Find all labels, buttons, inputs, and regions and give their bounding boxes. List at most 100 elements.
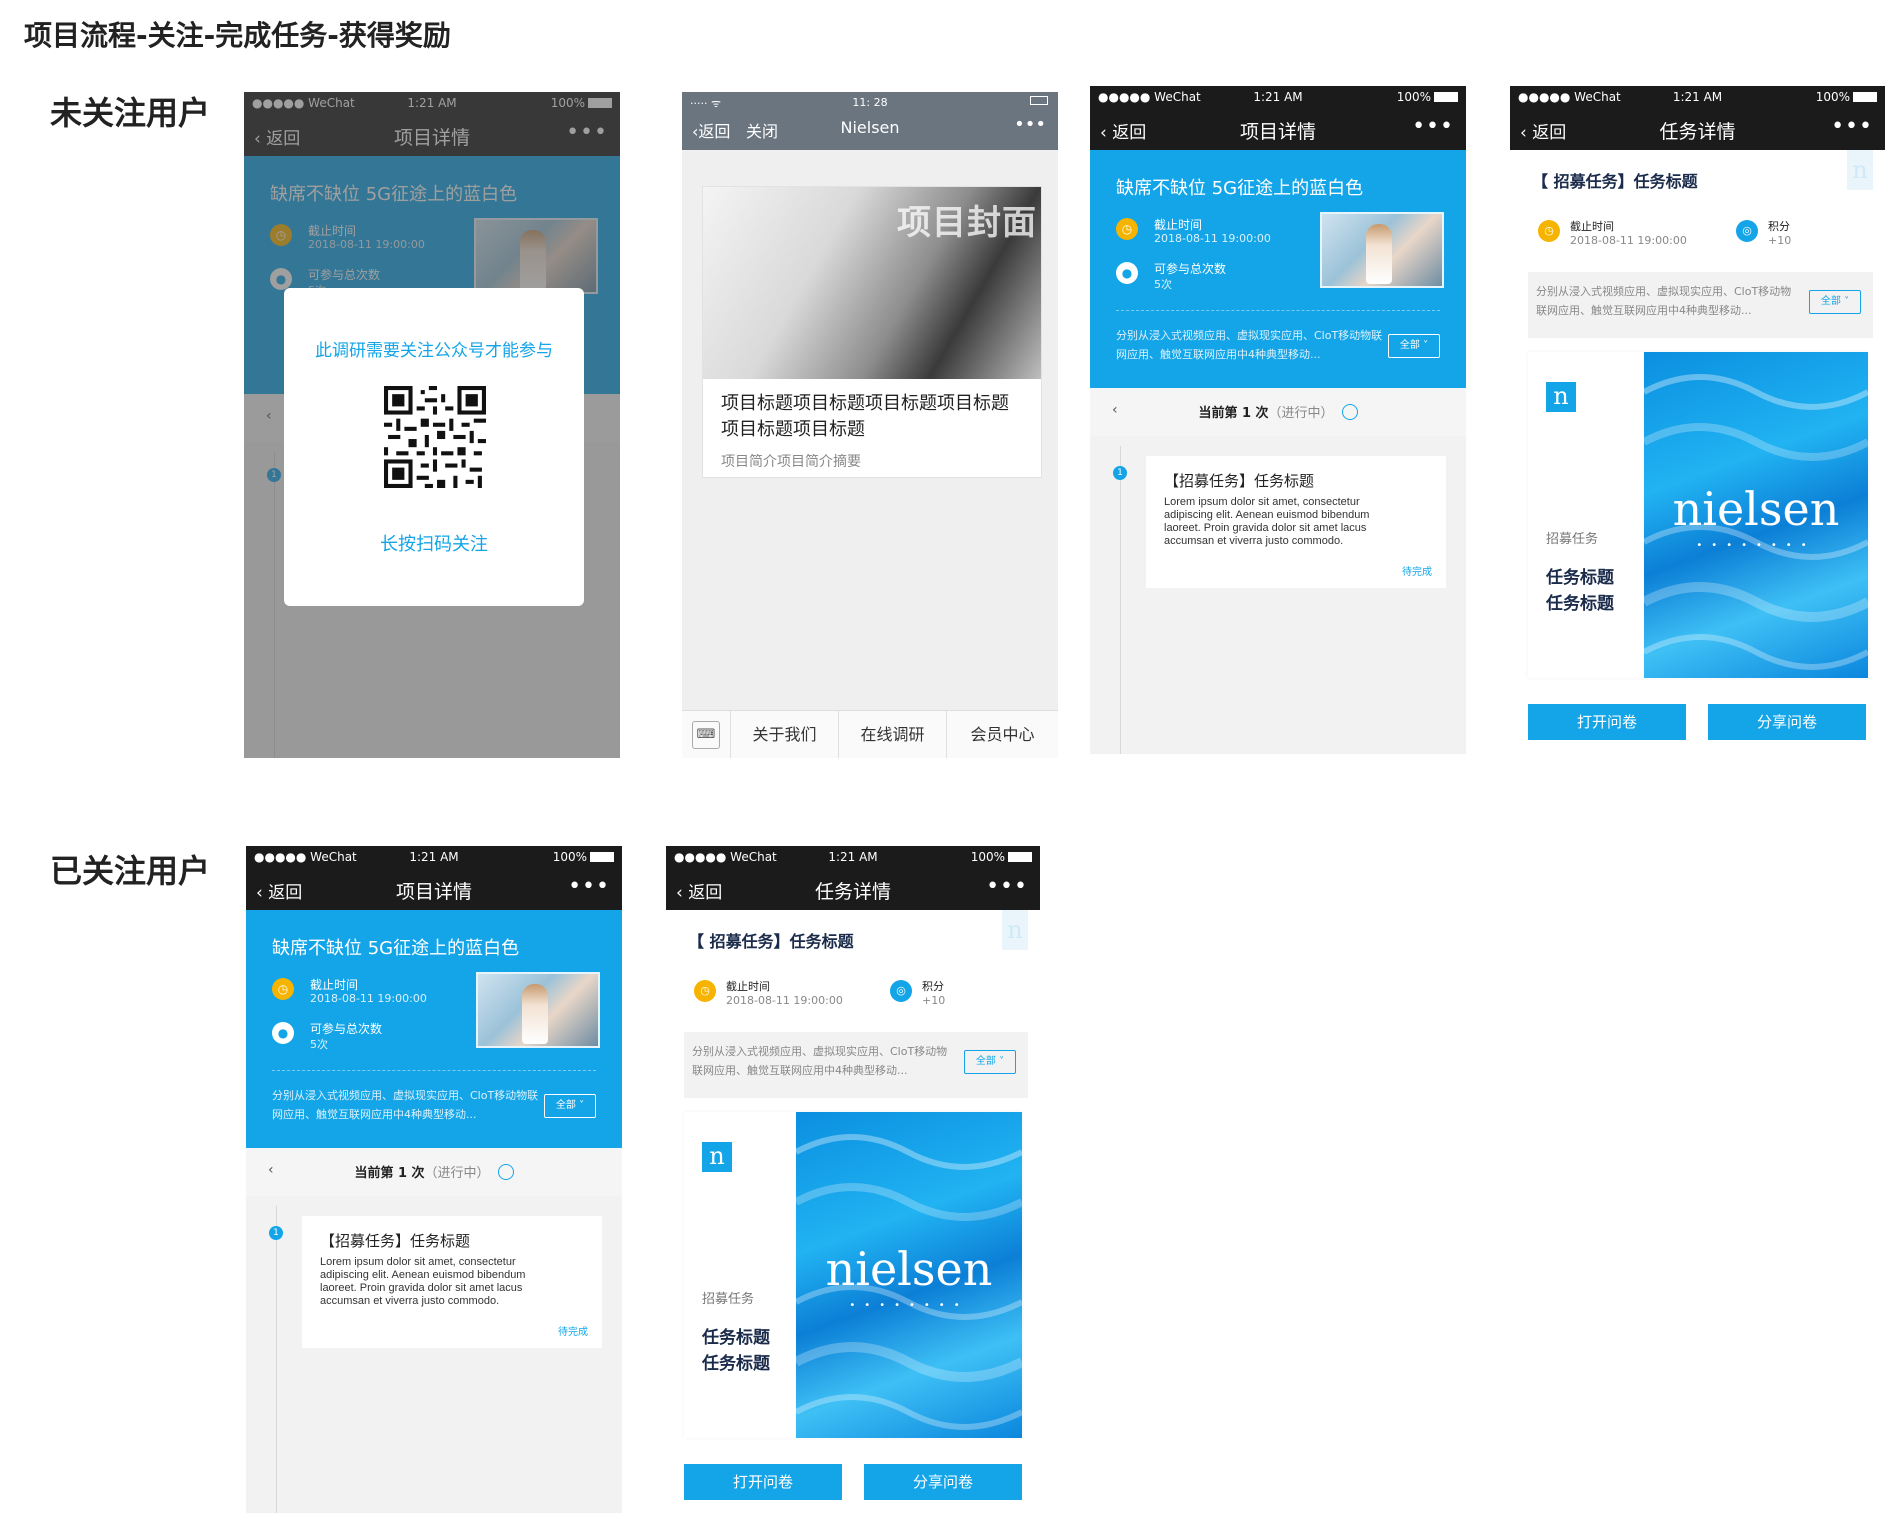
- brand-wordmark: nielsen: [825, 1242, 993, 1296]
- nielsen-wave-image: nielsen ••••••••: [796, 1112, 1022, 1438]
- menu-about[interactable]: 关于我们: [730, 711, 838, 758]
- phone-project-detail-followed: ●●●●● WeChat 1:21 AM 100% ‹ 返回 项目详情 ••• …: [246, 846, 622, 1513]
- phone-task-detail-followed: ●●●●● WeChat 1:21 AM 100% ‹ 返回 任务详情 ••• …: [666, 846, 1040, 1513]
- divider: [272, 1070, 596, 1071]
- clock-icon: ◷: [1538, 220, 1560, 242]
- page-title: 项目流程-关注-完成任务-获得奖励: [24, 19, 451, 52]
- more-button[interactable]: •••: [1014, 114, 1046, 135]
- project-description: 分别从浸入式视频应用、虚拟现实应用、CloT移动物联网应用、触觉互联网应用中4种…: [1116, 329, 1383, 361]
- task-description: 分别从浸入式视频应用、虚拟现实应用、CloT移动物联网应用、触觉互联网应用中4种…: [692, 1045, 948, 1077]
- clock: 11: 28: [852, 96, 888, 109]
- open-survey-button[interactable]: 打开问卷: [1528, 704, 1686, 740]
- project-header: 缺席不缺位 5G征途上的蓝白色 ◷ 截止时间 2018-08-11 19:00:…: [246, 910, 622, 1148]
- task-cover: n 招募任务 任务标题 任务标题 nielsen ••••••••: [1528, 352, 1868, 678]
- task-status: 待完成: [1402, 567, 1432, 578]
- more-button[interactable]: •••: [1831, 114, 1873, 139]
- points-icon: ◎: [1736, 220, 1758, 242]
- brand-dots: ••••••••: [849, 1300, 969, 1311]
- battery: 100%: [971, 850, 1032, 864]
- nav-title: 项目详情: [395, 881, 472, 903]
- round-bar: ‹ 当前第 1 次（进行中）: [1090, 388, 1466, 436]
- expand-all-button[interactable]: 全部 ˅: [544, 1094, 596, 1118]
- current-round: 当前第 1 次（进行中）: [1090, 402, 1466, 421]
- task-description: 分别从浸入式视频应用、虚拟现实应用、CloT移动物联网应用、触觉互联网应用中4种…: [1536, 285, 1792, 317]
- more-button[interactable]: •••: [986, 874, 1028, 899]
- expand-all-button[interactable]: 全部 ˅: [1809, 290, 1861, 314]
- task-card-body: Lorem ipsum dolor sit amet, consectetur …: [320, 1256, 526, 1307]
- share-survey-button[interactable]: 分享问卷: [864, 1464, 1022, 1500]
- clock-icon: ◷: [694, 980, 716, 1002]
- article-nav-bar: ····· ᯤ 11: 28 ‹返回 关闭 Nielsen •••: [682, 92, 1058, 150]
- qr-code[interactable]: [384, 386, 486, 488]
- task-card[interactable]: 【招募任务】任务标题 Lorem ipsum dolor sit amet, c…: [302, 1216, 602, 1348]
- more-button[interactable]: •••: [1412, 114, 1454, 139]
- project-description: 分别从浸入式视频应用、虚拟现实应用、CloT移动物联网应用、触觉互联网应用中4种…: [272, 1089, 539, 1121]
- project-title: 缺席不缺位 5G征途上的蓝白色: [272, 938, 520, 959]
- battery-icon: [1008, 852, 1032, 862]
- menu-member[interactable]: 会员中心: [946, 711, 1058, 758]
- share-survey-button[interactable]: 分享问卷: [1708, 704, 1866, 740]
- article-summary: 项目简介项目简介摘要: [721, 454, 861, 470]
- task-card-body: Lorem ipsum dolor sit amet, consectetur …: [1164, 496, 1370, 547]
- open-survey-button[interactable]: 打开问卷: [684, 1464, 842, 1500]
- battery-icon: [1434, 92, 1458, 102]
- clock-icon: ◷: [1116, 218, 1138, 240]
- menu-survey[interactable]: 在线调研: [838, 711, 946, 758]
- cover-title-1: 任务标题: [1546, 568, 1614, 588]
- task-status: 待完成: [558, 1327, 588, 1338]
- status-bar: ●●●●● WeChat 1:21 AM 100%: [246, 846, 622, 868]
- status-bar: ●●●●● WeChat 1:21 AM 100%: [1090, 86, 1466, 108]
- brand-dots: ••••••••: [1696, 540, 1816, 551]
- row-label-unfollowed: 未关注用户: [50, 94, 211, 132]
- phone-article: ····· ᯤ 11: 28 ‹返回 关闭 Nielsen ••• 项目封面 项…: [682, 92, 1058, 758]
- nav-bar: ‹ 返回 任务详情 •••: [666, 868, 1040, 910]
- timeline-dot: 1: [269, 1226, 283, 1240]
- nav-title: 任务详情: [814, 881, 891, 903]
- follow-modal: 此调研需要关注公众号才能参与 长按扫码关注: [284, 288, 584, 606]
- refresh-icon[interactable]: [497, 1164, 514, 1180]
- cover-subtitle: 招募任务: [702, 1292, 755, 1307]
- cover-subtitle: 招募任务: [1546, 532, 1599, 547]
- expand-all-button[interactable]: 全部 ˅: [1388, 334, 1440, 358]
- account-title: Nielsen: [840, 118, 900, 137]
- keyboard-icon[interactable]: ⌨: [692, 721, 720, 749]
- scan-hint: 长按扫码关注: [380, 534, 488, 555]
- nav-title: 项目详情: [1239, 121, 1316, 143]
- phone-project-detail: ●●●●● WeChat 1:21 AM 100% ‹ 返回 项目详情 ••• …: [1090, 86, 1466, 754]
- cover-title-2: 任务标题: [702, 1354, 770, 1374]
- clock-icon: ◷: [272, 978, 294, 1000]
- cover-title-1: 任务标题: [702, 1328, 770, 1348]
- battery: 100%: [553, 850, 614, 864]
- battery-icon: [590, 852, 614, 862]
- nav-title: 任务详情: [1659, 121, 1736, 143]
- more-button[interactable]: •••: [568, 874, 610, 899]
- task-description-box: 分别从浸入式视频应用、虚拟现实应用、CloT移动物联网应用、触觉互联网应用中4种…: [684, 1032, 1028, 1098]
- cover-title-2: 任务标题: [1546, 594, 1614, 614]
- nielsen-logo: n: [702, 1142, 732, 1172]
- battery: 100%: [1397, 90, 1458, 104]
- task-description-box: 分别从浸入式视频应用、虚拟现实应用、CloT移动物联网应用、触觉互联网应用中4种…: [1528, 272, 1873, 338]
- nielsen-logo: n: [1546, 382, 1576, 412]
- modal-title: 此调研需要关注公众号才能参与: [315, 341, 553, 361]
- task-card[interactable]: 【招募任务】任务标题 Lorem ipsum dolor sit amet, c…: [1146, 456, 1446, 588]
- refresh-icon[interactable]: [1341, 404, 1358, 420]
- article-cover-image: 项目封面: [703, 187, 1041, 379]
- current-round: 当前第 1 次（进行中）: [246, 1162, 622, 1181]
- article-card[interactable]: 项目封面 项目标题项目标题项目标题项目标题项目标题项目标题 项目简介项目简介摘要: [702, 186, 1042, 478]
- row-label-followed: 已关注用户: [50, 852, 211, 890]
- nielsen-watermark-logo: n: [1847, 150, 1873, 190]
- project-photo: [1320, 212, 1444, 288]
- task-card-title: 【招募任务】任务标题: [320, 1232, 471, 1250]
- battery: 100%: [1816, 90, 1877, 104]
- nav-bar: ‹ 返回 任务详情 •••: [1510, 108, 1885, 150]
- account-menu-bar: ⌨ 关于我们 在线调研 会员中心: [682, 710, 1058, 758]
- user-icon: ●: [272, 1022, 294, 1044]
- expand-all-button[interactable]: 全部 ˅: [964, 1050, 1016, 1074]
- timeline: [276, 1206, 277, 1513]
- phone-task-detail: ●●●●● WeChat 1:21 AM 100% ‹ 返回 任务详情 ••• …: [1510, 86, 1885, 754]
- timeline-dot: 1: [1113, 466, 1127, 480]
- battery-icon: [1853, 92, 1877, 102]
- status-bar: ●●●●● WeChat 1:21 AM 100%: [666, 846, 1040, 868]
- phone-project-detail-modal: ●●●●● WeChat 1:21 AM 100% ‹ 返回 项目详情 ••• …: [244, 92, 620, 758]
- nav-bar: ‹ 返回 项目详情 •••: [246, 868, 622, 910]
